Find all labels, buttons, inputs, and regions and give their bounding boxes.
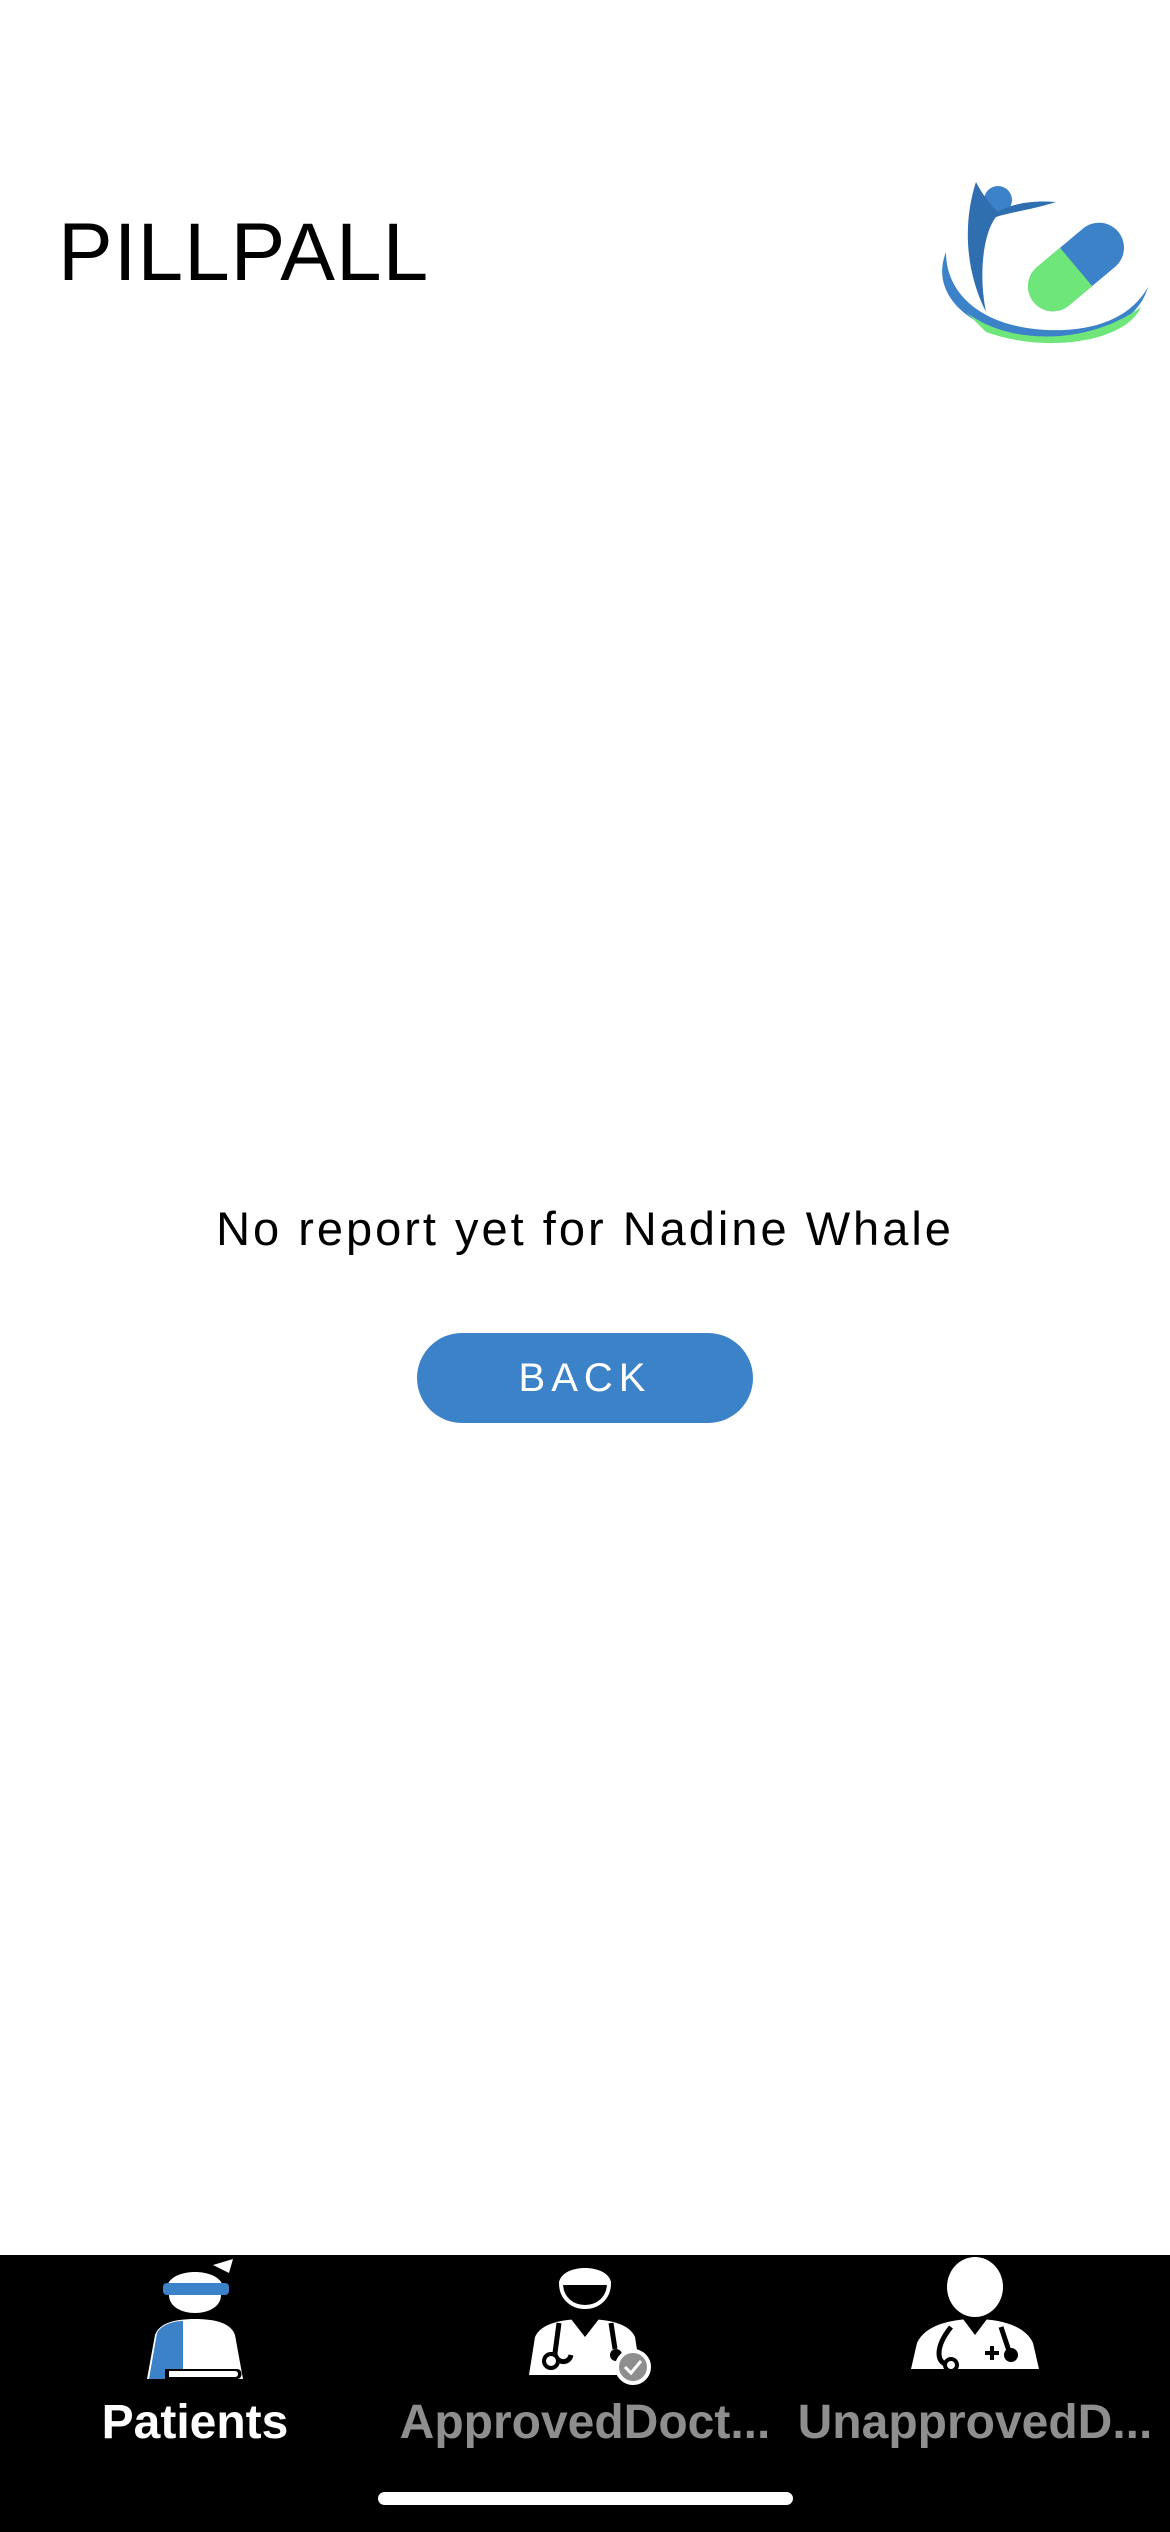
tab-label-patients: Patients xyxy=(101,2397,289,2449)
app-screen: PILLPALL No report yet for Nadine Whale … xyxy=(0,0,1170,2532)
tab-patients[interactable]: Patients xyxy=(0,2255,390,2455)
no-report-message: No report yet for Nadine Whale xyxy=(216,1202,954,1255)
patient-icon xyxy=(147,2259,243,2379)
report-content: No report yet for Nadine Whale BACK xyxy=(0,1202,1170,1423)
approved-doctor-icon xyxy=(529,2268,651,2385)
tab-label-unapproved-doctors: UnapprovedD... xyxy=(797,2397,1153,2449)
tab-approved-doctors[interactable]: ApprovedDoct... xyxy=(390,2255,780,2455)
app-title: PILLPALL xyxy=(58,207,430,298)
tab-bar: Patients ApprovedDoct... UnapprovedD... xyxy=(0,2255,1170,2532)
unapproved-doctor-icon xyxy=(911,2257,1039,2373)
pill-capsule-person-logo-icon xyxy=(942,182,1148,344)
tab-unapproved-doctors[interactable]: UnapprovedD... xyxy=(780,2255,1170,2455)
header: PILLPALL xyxy=(0,150,1170,370)
home-indicator xyxy=(378,2492,793,2505)
tab-label-approved-doctors: ApprovedDoct... xyxy=(399,2397,771,2449)
back-button[interactable]: BACK xyxy=(417,1333,753,1423)
